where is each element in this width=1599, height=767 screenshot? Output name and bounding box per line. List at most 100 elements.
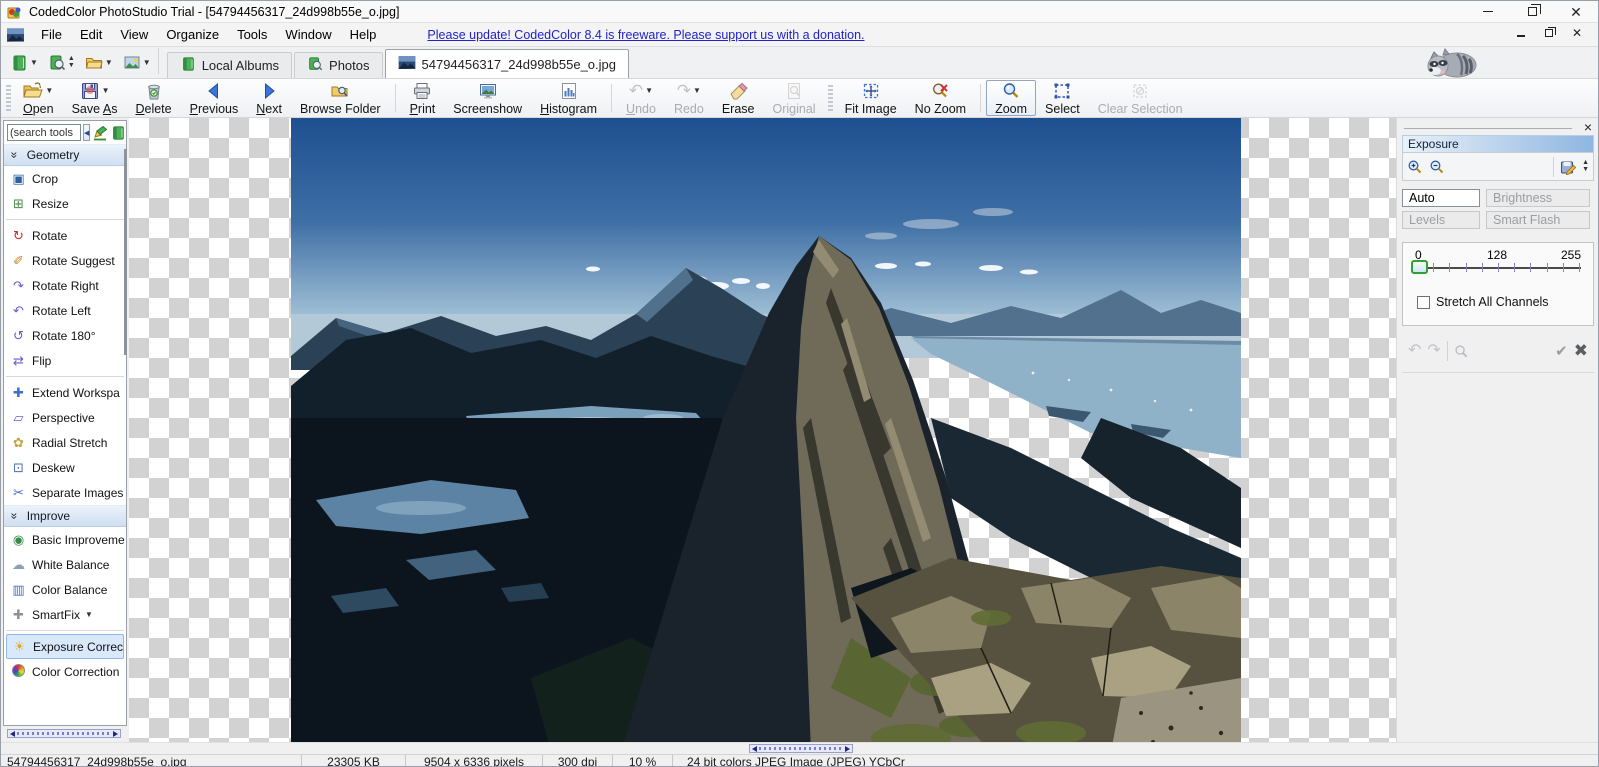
menu-organize[interactable]: Organize	[157, 24, 228, 45]
histogram-button[interactable]: Histogram	[531, 80, 606, 116]
sidebar-item-exposure-correc[interactable]: ☀Exposure Correc	[6, 634, 124, 659]
mdi-restore-button[interactable]	[1542, 26, 1556, 40]
dropdown-caret-icon[interactable]: ▼	[45, 87, 53, 95]
sidebar-item-separate-images[interactable]: ✂Separate Images	[4, 480, 126, 505]
sidebar-item-color-correction[interactable]: Color Correction	[4, 659, 126, 684]
zoom-button[interactable]: Zoom	[986, 80, 1036, 116]
menu-window[interactable]: Window	[276, 24, 340, 45]
mdi-minimize-button[interactable]	[1514, 26, 1528, 40]
dropdown-caret-icon[interactable]: ▼	[645, 87, 653, 95]
toolbar-grip[interactable]	[828, 85, 833, 111]
sidebar-vertical-scrollbar[interactable]	[124, 149, 127, 355]
menu-file[interactable]: File	[32, 24, 71, 45]
screenshow-icon	[478, 81, 498, 101]
save-as-button[interactable]: ▼Save As	[63, 80, 127, 116]
clear-selection-button: Clear Selection	[1089, 80, 1192, 116]
screenshow-button[interactable]: Screenshow	[444, 80, 531, 116]
mdi-window-controls: ✕	[1514, 26, 1584, 40]
browse-folder-button[interactable]: Browse Folder	[291, 80, 390, 116]
sidebar-item-rotate-right[interactable]: ↷Rotate Right	[4, 273, 126, 298]
erase-button[interactable]: Erase	[713, 80, 764, 116]
sidebar-item-rotate-180[interactable]: ↺Rotate 180°	[4, 323, 126, 348]
exposure-tab-auto[interactable]: Auto	[1402, 189, 1480, 207]
menu-tools[interactable]: Tools	[228, 24, 276, 45]
sidebar-item-basic-improveme[interactable]: ◉Basic Improveme	[4, 527, 126, 552]
sidebar-item-rotate-suggest[interactable]: ✐Rotate Suggest	[4, 248, 126, 273]
fit-image-button[interactable]: Fit Image	[836, 80, 906, 116]
sidebar-item-smartfix[interactable]: ✚SmartFix▼	[4, 602, 126, 627]
albums-menu-button[interactable]: ▼	[5, 52, 43, 74]
preview-icon[interactable]	[1454, 344, 1469, 359]
close-button[interactable]: ✕	[1554, 1, 1598, 22]
sidebar-item-white-balance[interactable]: ☁White Balance	[4, 552, 126, 577]
sidebar-item-resize[interactable]: ⊞Resize	[4, 191, 126, 216]
undo-icon: ↶▼	[629, 81, 653, 101]
sidebar-item-color-balance[interactable]: ▥Color Balance	[4, 577, 126, 602]
cancel-x-icon[interactable]: ✖	[1574, 341, 1588, 361]
white-balance-icon: ☁	[10, 557, 27, 573]
no-zoom-button[interactable]: No Zoom	[906, 80, 975, 116]
photostudio-window: CodedColor PhotoStudio Trial - [54794456…	[0, 0, 1599, 767]
dropdown-caret-icon[interactable]: ▼	[693, 87, 701, 95]
tab-local-albums[interactable]: Local Albums	[167, 52, 292, 78]
previous-button[interactable]: Previous	[181, 80, 248, 116]
sidebar-item-deskew[interactable]: ⊡Deskew	[4, 455, 126, 480]
zoom-in-icon[interactable]	[1407, 159, 1423, 175]
exposure-tab-smart-flash[interactable]: Smart Flash	[1486, 211, 1590, 229]
collapse-search-button[interactable]: ◀	[83, 124, 90, 141]
undo-icon[interactable]: ↶	[1408, 343, 1421, 359]
save-settings-icon[interactable]	[1560, 159, 1576, 175]
sidebar-item-crop[interactable]: ▣Crop	[4, 166, 126, 191]
delete-button[interactable]: Delete	[126, 80, 180, 116]
sidebar-item-radial-stretch[interactable]: ✿Radial Stretch	[4, 430, 126, 455]
apply-check-icon[interactable]: ✔	[1555, 342, 1568, 360]
album-book-icon[interactable]	[110, 125, 126, 141]
menu-help[interactable]: Help	[341, 24, 386, 45]
spinner-icon[interactable]: ▲▼	[1582, 160, 1589, 173]
select-button[interactable]: Select	[1036, 80, 1089, 116]
sidebar-item-rotate-left[interactable]: ↶Rotate Left	[4, 298, 126, 323]
exposure-tab-levels[interactable]: Levels	[1402, 211, 1480, 229]
zoom-out-icon[interactable]	[1429, 159, 1445, 175]
toolbar-grip[interactable]	[6, 85, 11, 111]
sidebar-item-extend-workspa[interactable]: ✚Extend Workspa	[4, 380, 126, 405]
sidebar-horizontal-scrollbar[interactable]	[7, 729, 121, 738]
mdi-close-button[interactable]: ✕	[1570, 26, 1584, 40]
slider-handle[interactable]	[1411, 260, 1428, 274]
dock-grip[interactable]	[1404, 128, 1572, 129]
open-button[interactable]: ▼Open	[14, 80, 63, 116]
image-menu-button[interactable]: ▼	[118, 52, 156, 74]
exposure-tab-brightness[interactable]: Brightness	[1486, 189, 1590, 207]
section-header-improve[interactable]: »Improve	[4, 505, 126, 527]
search-tools-input[interactable]	[7, 124, 81, 141]
tab-photos[interactable]: Photos	[294, 52, 382, 78]
separator	[1553, 157, 1554, 177]
print-button[interactable]: Print	[401, 80, 445, 116]
menu-view[interactable]: View	[111, 24, 157, 45]
dropdown-caret-icon[interactable]: ▼	[102, 87, 110, 95]
separator	[6, 630, 124, 631]
search-album-button[interactable]: ▲▼	[43, 52, 80, 74]
minimize-button[interactable]	[1466, 1, 1510, 22]
sidebar-item-perspective[interactable]: ▱Perspective	[4, 405, 126, 430]
status-field-2: 9504 x 6336 pixels	[405, 755, 542, 767]
sidebar-item-label: Flip	[32, 354, 51, 368]
panel-close-icon[interactable]: ×	[1584, 119, 1592, 135]
stretch-channels-checkbox[interactable]	[1417, 296, 1430, 309]
section-header-geometry[interactable]: »Geometry	[4, 144, 126, 166]
open-folder-menu-button[interactable]: ▼	[80, 52, 118, 74]
canvas-horizontal-scrollbar[interactable]	[749, 744, 853, 753]
redo-icon[interactable]: ↷	[1427, 343, 1440, 359]
next-button[interactable]: Next	[247, 80, 291, 116]
maximize-button[interactable]	[1510, 1, 1554, 22]
menu-edit[interactable]: Edit	[71, 24, 111, 45]
edit-pencil-icon[interactable]	[92, 125, 108, 141]
sidebar-item-flip[interactable]: ⇄Flip	[4, 348, 126, 373]
folder-icon	[85, 54, 103, 72]
sidebar-item-rotate[interactable]: ↻Rotate	[4, 223, 126, 248]
image-canvas[interactable]	[129, 118, 1396, 742]
dropdown-caret-icon: ▼	[105, 59, 113, 67]
tab-54794456317-24d998b55e-o-jpg[interactable]: 54794456317_24d998b55e_o.jpg	[385, 49, 629, 78]
update-donation-link[interactable]: Please update! CodedColor 8.4 is freewar…	[427, 28, 864, 42]
divider	[1402, 372, 1594, 373]
